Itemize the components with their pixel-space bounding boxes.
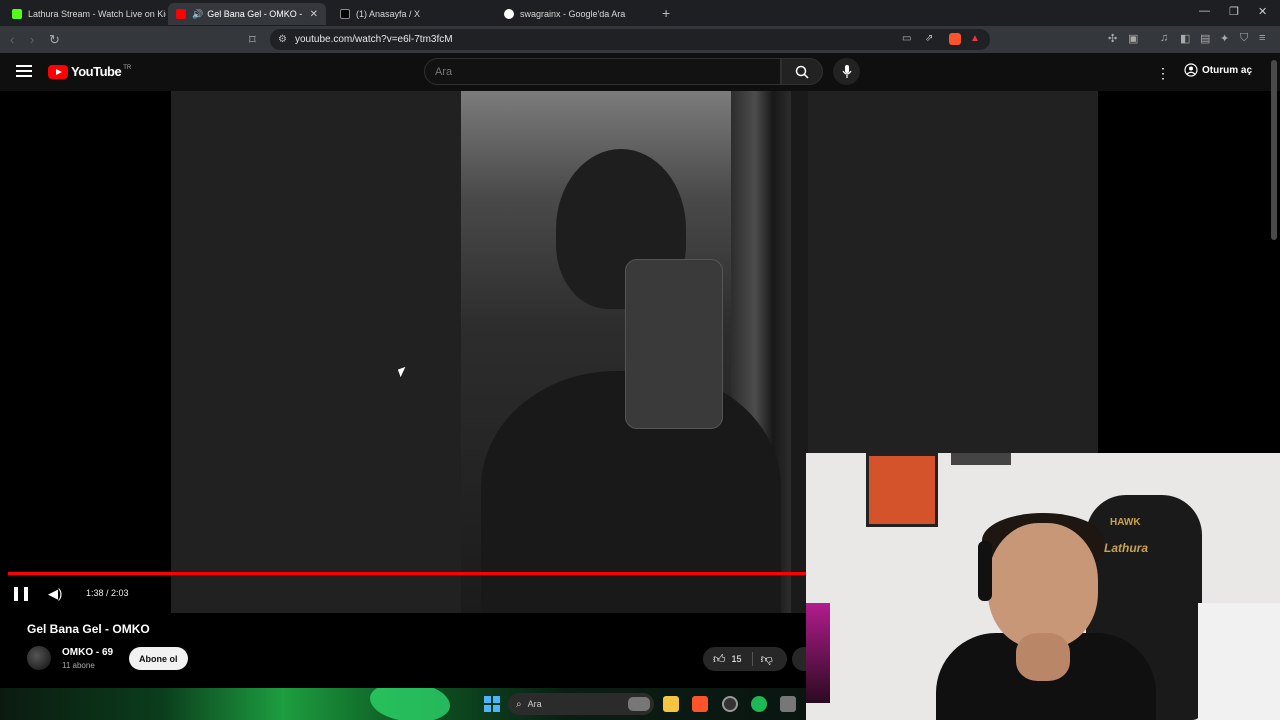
youtube-logo[interactable]: YouTube TR (48, 64, 131, 79)
channel-avatar[interactable] (27, 646, 51, 670)
spotify-icon[interactable] (751, 696, 767, 712)
video-player[interactable]: ◀) 1:38 / 2:03 (0, 91, 808, 613)
webcam-headset (978, 541, 992, 601)
webcam-frame (951, 453, 1011, 465)
speaker-icon: 🔊 (192, 8, 204, 19)
hamburger-menu-icon[interactable] (16, 65, 32, 77)
back-icon[interactable]: ‹ (10, 32, 14, 47)
youtube-wordmark: YouTube (71, 64, 122, 79)
menu-icon[interactable]: ≡ (1259, 32, 1265, 44)
tab-title: Gel Bana Gel - OMKO - YouTu (207, 9, 303, 19)
like-icon[interactable]: 👍︎ (713, 652, 726, 667)
search-button[interactable] (781, 58, 823, 85)
video-phone (625, 259, 723, 429)
share-icon[interactable]: ⇗ (925, 33, 933, 44)
channel-name[interactable]: OMKO - 69 (62, 647, 113, 658)
wallet-icon[interactable]: ▤ (1200, 32, 1210, 45)
close-window-icon[interactable]: ✕ (1258, 5, 1267, 18)
sign-in-button[interactable]: Oturum aç (1184, 63, 1252, 77)
brave-shields-icon[interactable] (949, 33, 961, 45)
new-tab-button[interactable]: + (662, 5, 670, 21)
app-icon-2[interactable] (780, 696, 796, 712)
google-icon (504, 9, 514, 19)
webcam-streamer-face (988, 523, 1098, 648)
progress-bar[interactable] (8, 572, 806, 575)
search-input[interactable] (425, 59, 780, 84)
media-icon[interactable]: ♫ (1160, 32, 1168, 44)
close-icon[interactable]: ✕ (310, 9, 318, 20)
tab-x[interactable]: (1) Anasayfa / X (332, 3, 492, 25)
like-dislike-group: 👍︎ 15 👎︎ (703, 647, 787, 671)
side-panel (808, 91, 1098, 453)
screen: Lathura Stream - Watch Live on Kick 🔊 Ge… (0, 0, 1280, 720)
brave-browser-icon[interactable] (692, 696, 708, 712)
file-explorer-icon[interactable] (663, 696, 679, 712)
like-count: 15 (731, 654, 742, 664)
x-icon (340, 9, 350, 19)
time-display: 1:38 / 2:03 (86, 588, 129, 598)
extensions-icon[interactable]: ✣ (1108, 32, 1117, 45)
browser-toolbar: ‹ › ↻ ⌑ ⚙ youtube.com/watch?v=e6l-7tm3fc… (0, 26, 1280, 53)
url-text: youtube.com/watch?v=e6l-7tm3fcM (295, 34, 453, 45)
tab-title: swagrainx - Google'da Ara (520, 9, 626, 19)
wallpaper-glow (370, 688, 450, 720)
tab-google[interactable]: swagrainx - Google'da Ara (496, 3, 656, 25)
address-bar[interactable]: ⚙ youtube.com/watch?v=e6l-7tm3fcM ▭ ⇗ ▲ (270, 29, 990, 50)
app-icon[interactable] (722, 696, 738, 712)
search-icon (795, 65, 809, 79)
leo-ai-icon[interactable]: ✦ (1220, 32, 1229, 45)
youtube-header: YouTube TR ⋮ Oturum aç (0, 53, 1280, 91)
webcam-poster (866, 453, 938, 527)
video-frame (461, 91, 791, 613)
taskbar-search[interactable]: ⌕ Ara (508, 693, 654, 715)
windows-taskbar: ⌕ Ara (0, 688, 808, 720)
pause-icon[interactable] (14, 587, 28, 601)
country-code: TR (123, 64, 132, 71)
more-options-icon[interactable]: ⋮ (1156, 65, 1170, 82)
video-letterbox (171, 91, 461, 613)
site-info-icon[interactable]: ⚙ (278, 34, 287, 45)
taskbar-search-label: Ara (527, 699, 542, 709)
subscriber-count: 11 abone (62, 661, 95, 670)
windows-start-icon[interactable] (484, 696, 500, 712)
dislike-icon[interactable]: 👎︎ (761, 652, 773, 667)
cast-icon[interactable]: ▭ (902, 33, 911, 44)
sidebar-icon[interactable]: ◧ (1180, 32, 1190, 45)
tab-youtube[interactable]: 🔊 Gel Bana Gel - OMKO - YouTu ✕ (168, 3, 326, 25)
reload-icon[interactable]: ↻ (49, 32, 60, 48)
minimize-icon[interactable]: — (1199, 5, 1210, 17)
tab-search-icon[interactable]: ▣ (1128, 32, 1138, 45)
kick-icon (12, 9, 22, 19)
search-icon: ⌕ (516, 698, 522, 710)
tab-title: Lathura Stream - Watch Live on Kick (28, 9, 166, 19)
brave-rewards-icon[interactable]: ▲ (970, 33, 980, 44)
bookmark-icon[interactable]: ⌑ (249, 32, 256, 48)
volume-icon[interactable]: ◀) (48, 586, 62, 602)
search-box (424, 58, 781, 85)
webcam-rgb-light (806, 603, 830, 703)
chair-name: Lathura (1104, 541, 1149, 555)
webcam-streamer-hand (1016, 633, 1070, 681)
maximize-icon[interactable]: ❐ (1229, 5, 1239, 18)
webcam-shirt (1198, 603, 1280, 720)
tab-title: (1) Anasayfa / X (356, 9, 421, 19)
forward-icon[interactable]: › (30, 32, 34, 47)
microphone-icon (842, 64, 851, 78)
browser-tab-strip: Lathura Stream - Watch Live on Kick 🔊 Ge… (0, 0, 1280, 26)
voice-search-button[interactable] (833, 58, 860, 85)
video-title: Gel Bana Gel - OMKO (27, 622, 150, 636)
page-scrollbar[interactable] (1271, 60, 1277, 240)
webcam-overlay: HAWK Lathura (806, 453, 1280, 720)
tab-kick[interactable]: Lathura Stream - Watch Live on Kick (4, 3, 166, 25)
sign-in-label: Oturum aç (1202, 64, 1253, 76)
subscribe-button[interactable]: Abone ol (129, 647, 188, 670)
vpn-icon[interactable]: ⛉ (1240, 32, 1248, 45)
youtube-icon (176, 9, 186, 19)
divider (751, 652, 753, 666)
chair-brand: HAWK (1110, 517, 1141, 528)
search-highlight-icon (628, 697, 650, 711)
account-icon (1184, 63, 1198, 77)
youtube-play-icon (48, 64, 68, 79)
